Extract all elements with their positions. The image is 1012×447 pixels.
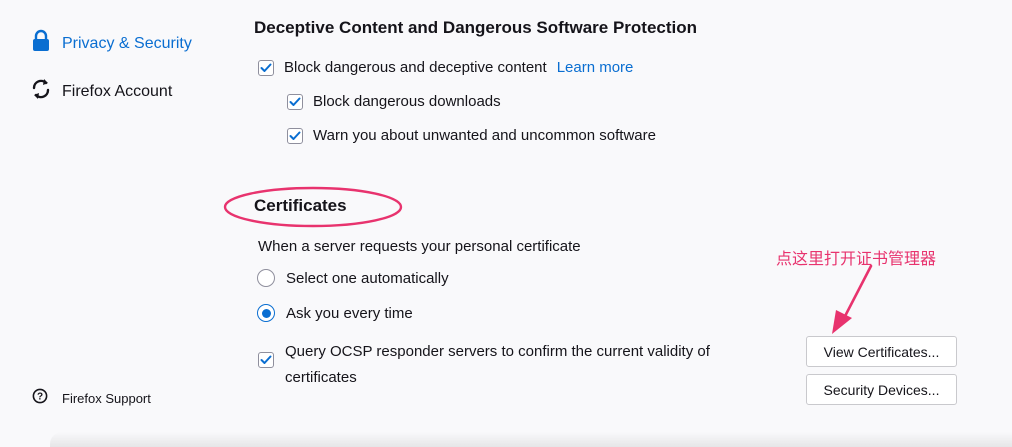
block-downloads-label: Block dangerous downloads	[313, 93, 501, 110]
certificate-request-prompt: When a server requests your personal cer…	[258, 238, 581, 255]
sidebar-item-firefox-account[interactable]: Firefox Account	[30, 77, 172, 106]
select-automatically-row: Select one automatically	[257, 269, 449, 287]
learn-more-link[interactable]: Learn more	[557, 59, 634, 76]
select-automatically-label: Select one automatically	[286, 269, 449, 287]
radio-selected-dot	[261, 308, 271, 318]
ocsp-checkbox-wrapper	[258, 352, 284, 370]
search-icon-fragment	[30, 0, 56, 10]
select-automatically-radio[interactable]	[257, 269, 275, 287]
help-icon: ?	[32, 388, 48, 409]
ask-every-time-label: Ask you every time	[286, 304, 413, 322]
ocsp-checkbox[interactable]	[258, 352, 274, 368]
ocsp-label: Query OCSP responder servers to confirm …	[285, 339, 755, 391]
certificates-title: Certificates	[254, 196, 347, 215]
ocsp-label-line2: certificates	[285, 369, 357, 386]
svg-text:?: ?	[37, 392, 43, 403]
deceptive-content-title: Deceptive Content and Dangerous Software…	[254, 18, 698, 37]
sidebar-item-label: Firefox Account	[62, 82, 173, 100]
bottom-panel-shadow	[50, 432, 1012, 447]
block-deceptive-checkbox[interactable]	[258, 59, 274, 76]
ask-every-time-row: Ask you every time	[257, 304, 413, 322]
firefox-support-link[interactable]: ? Firefox Support	[32, 388, 151, 409]
sidebar-item-label: Privacy & Security	[62, 34, 192, 52]
sync-icon	[30, 77, 52, 106]
firefox-support-label: Firefox Support	[62, 391, 151, 406]
warn-unwanted-checkbox[interactable]	[287, 127, 303, 144]
sidebar-item-privacy-security[interactable]: Privacy & Security	[30, 29, 192, 58]
annotation-arrow	[832, 264, 873, 334]
block-downloads-row: Block dangerous downloads	[287, 93, 501, 110]
lock-icon	[30, 29, 52, 58]
ocsp-label-line1: Query OCSP responder servers to confirm …	[285, 343, 710, 360]
security-devices-button[interactable]: Security Devices...	[806, 374, 957, 405]
block-deceptive-row: Block dangerous and deceptive content Le…	[258, 59, 633, 76]
warn-unwanted-label: Warn you about unwanted and uncommon sof…	[313, 127, 656, 144]
warn-unwanted-row: Warn you about unwanted and uncommon sof…	[287, 127, 656, 144]
block-deceptive-label: Block dangerous and deceptive content	[284, 59, 547, 76]
block-downloads-checkbox[interactable]	[287, 93, 303, 110]
view-certificates-button[interactable]: View Certificates...	[806, 336, 957, 367]
ask-every-time-radio[interactable]	[257, 304, 275, 322]
